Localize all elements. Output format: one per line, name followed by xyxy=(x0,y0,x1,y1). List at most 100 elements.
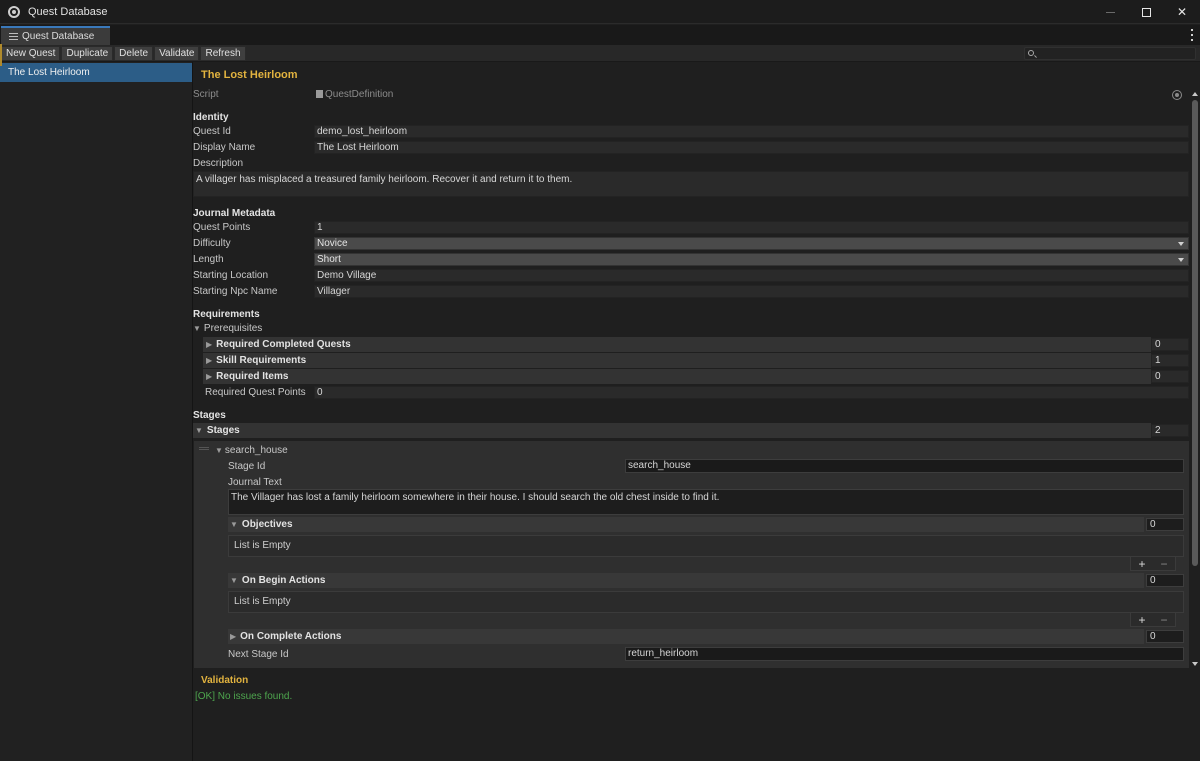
stage-id-label: Stage Id xyxy=(228,461,266,472)
search-input[interactable] xyxy=(1024,47,1196,60)
stage-element: ▼ search_house Stage Id search_house Jour… xyxy=(194,441,1189,668)
quest-id-label: Quest Id xyxy=(193,126,231,137)
validation-message: [OK] No issues found. xyxy=(195,691,293,702)
length-dropdown[interactable]: Short xyxy=(314,253,1189,266)
inspector-panel: The Lost Heirloom Script QuestDefinition… xyxy=(193,62,1200,761)
more-options-icon[interactable] xyxy=(1190,28,1194,42)
foldout-open-icon: ▼ xyxy=(230,520,238,529)
foldout-closed-icon: ▶ xyxy=(206,372,213,381)
stage-foldout[interactable]: ▼ search_house xyxy=(215,445,288,456)
drag-handle-icon[interactable] xyxy=(199,447,209,450)
stage-id-field[interactable]: search_house xyxy=(625,459,1184,473)
journal-metadata-header: Journal Metadata xyxy=(193,208,276,219)
scrollbar-thumb[interactable] xyxy=(1192,100,1198,566)
quest-list-sidebar: The Lost Heirloom xyxy=(0,62,193,761)
quest-points-label: Quest Points xyxy=(193,222,251,233)
minimize-icon xyxy=(1105,11,1115,13)
minimize-button[interactable] xyxy=(1092,0,1128,24)
next-stage-id-label: Next Stage Id xyxy=(228,649,289,660)
display-name-field[interactable]: The Lost Heirloom xyxy=(314,141,1189,154)
requirements-header: Requirements xyxy=(193,309,260,320)
remove-icon[interactable]: − xyxy=(1160,557,1167,571)
objectives-count[interactable]: 0 xyxy=(1146,518,1184,531)
script-field: QuestDefinition xyxy=(316,89,393,100)
sidebar-edge-marker xyxy=(0,44,2,66)
close-icon: ✕ xyxy=(1176,5,1188,19)
foldout-open-icon: ▼ xyxy=(230,576,238,585)
chevron-down-icon xyxy=(1178,242,1184,246)
starting-location-field[interactable]: Demo Village xyxy=(314,269,1189,282)
tab-quest-database[interactable]: Quest Database xyxy=(1,26,110,45)
window-titlebar: Quest Database ✕ xyxy=(0,0,1200,24)
foldout-closed-icon: ▶ xyxy=(230,632,237,641)
refresh-button[interactable]: Refresh xyxy=(200,45,246,61)
required-quest-points-label: Required Quest Points xyxy=(205,387,306,398)
list-item[interactable]: The Lost Heirloom xyxy=(0,63,192,82)
duplicate-button[interactable]: Duplicate xyxy=(61,45,114,61)
on-begin-actions-list[interactable]: ▼ On Begin Actions xyxy=(228,573,1144,588)
stages-list[interactable]: ▼ Stages xyxy=(193,423,1151,438)
on-complete-actions-count[interactable]: 0 xyxy=(1146,630,1184,643)
script-file-icon xyxy=(316,90,323,98)
next-stage-id-field[interactable]: return_heirloom xyxy=(625,647,1184,661)
quest-id-field[interactable]: demo_lost_heirloom xyxy=(314,125,1189,138)
description-textarea[interactable]: A villager has misplaced a treasured fam… xyxy=(193,171,1189,197)
on-begin-add-remove: + − xyxy=(1130,613,1176,627)
inspector-scrollbar[interactable] xyxy=(1189,90,1200,668)
difficulty-label: Difficulty xyxy=(193,238,231,249)
add-icon[interactable]: + xyxy=(1138,557,1145,571)
close-button[interactable]: ✕ xyxy=(1164,0,1200,24)
add-icon[interactable]: + xyxy=(1138,613,1145,627)
validate-button[interactable]: Validate xyxy=(154,45,200,61)
window-title: Quest Database xyxy=(28,5,108,18)
objectives-empty: List is Empty xyxy=(228,535,1184,557)
scroll-down-icon[interactable] xyxy=(1192,662,1198,666)
on-begin-actions-count[interactable]: 0 xyxy=(1146,574,1184,587)
journal-text-label: Journal Text xyxy=(228,477,282,488)
inspector-scroll-view: The Lost Heirloom Script QuestDefinition… xyxy=(193,62,1189,668)
required-items-count[interactable]: 0 xyxy=(1151,370,1189,383)
quest-points-field[interactable]: 1 xyxy=(314,221,1189,234)
foldout-open-icon: ▼ xyxy=(215,446,223,455)
validation-header: Validation xyxy=(201,675,249,686)
maximize-icon xyxy=(1141,7,1151,17)
objectives-list[interactable]: ▼ Objectives xyxy=(228,517,1144,532)
maximize-button[interactable] xyxy=(1128,0,1164,24)
skill-requirements-list[interactable]: ▶ Skill Requirements xyxy=(203,353,1151,368)
tab-bar: Quest Database xyxy=(0,25,1200,45)
required-quest-points-field[interactable]: 0 xyxy=(314,386,1189,399)
chevron-down-icon xyxy=(1178,258,1184,262)
identity-header: Identity xyxy=(193,112,229,123)
on-complete-actions-list[interactable]: ▶ On Complete Actions xyxy=(228,629,1144,644)
required-items-list[interactable]: ▶ Required Items xyxy=(203,369,1151,384)
list-icon xyxy=(9,33,18,40)
new-quest-button[interactable]: New Quest xyxy=(1,45,61,61)
foldout-open-icon: ▼ xyxy=(195,426,203,435)
remove-icon[interactable]: − xyxy=(1160,613,1167,627)
prerequisites-foldout[interactable]: ▼ Prerequisites xyxy=(193,323,262,334)
required-completed-quests-list[interactable]: ▶ Required Completed Quests xyxy=(203,337,1151,352)
foldout-closed-icon: ▶ xyxy=(206,340,213,349)
window-controls: ✕ xyxy=(1092,0,1200,24)
page-title: The Lost Heirloom xyxy=(201,69,298,81)
starting-location-label: Starting Location xyxy=(193,270,269,281)
on-begin-empty: List is Empty xyxy=(228,591,1184,613)
starting-npc-field[interactable]: Villager xyxy=(314,285,1189,298)
object-picker-icon[interactable] xyxy=(1172,90,1182,100)
toolbar: New Quest Duplicate Delete Validate Refr… xyxy=(0,45,1200,62)
search-icon xyxy=(1028,50,1034,56)
description-label: Description xyxy=(193,158,244,169)
starting-npc-label: Starting Npc Name xyxy=(193,286,278,297)
required-completed-quests-count[interactable]: 0 xyxy=(1151,338,1189,351)
stages-header: Stages xyxy=(193,410,226,421)
foldout-closed-icon: ▶ xyxy=(206,356,213,365)
skill-requirements-count[interactable]: 1 xyxy=(1151,354,1189,367)
delete-button[interactable]: Delete xyxy=(114,45,154,61)
script-label: Script xyxy=(193,89,219,100)
scroll-up-icon[interactable] xyxy=(1192,92,1198,96)
journal-text-textarea[interactable]: The Villager has lost a family heirloom … xyxy=(228,489,1184,515)
foldout-open-icon: ▼ xyxy=(193,324,201,333)
stages-count[interactable]: 2 xyxy=(1151,424,1189,437)
difficulty-dropdown[interactable]: Novice xyxy=(314,237,1189,250)
display-name-label: Display Name xyxy=(193,142,256,153)
